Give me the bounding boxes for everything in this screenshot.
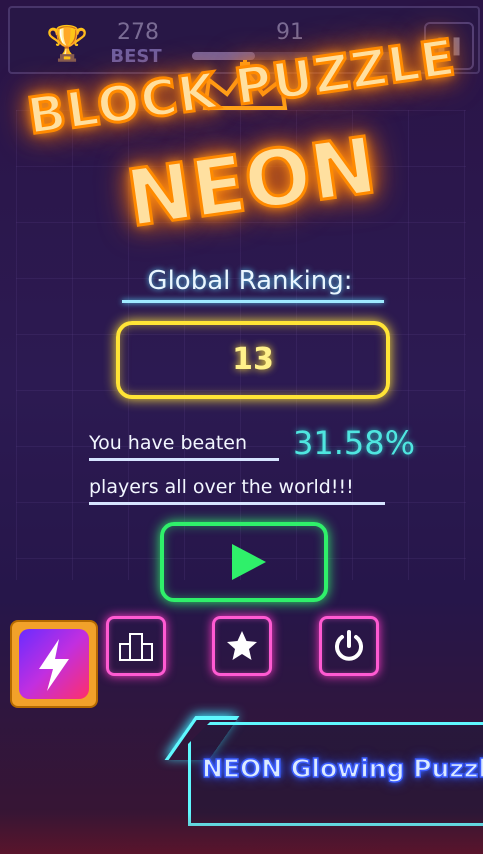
app-icon-gradient: [19, 629, 89, 699]
bottom-glow: [0, 812, 483, 854]
trophy-icon: 🏆: [46, 24, 89, 64]
beaten-underline: [89, 458, 279, 461]
players-underline: [89, 502, 385, 505]
rate-button[interactable]: [212, 616, 272, 676]
beaten-text: You have beaten: [89, 432, 248, 454]
star-icon: [227, 631, 257, 660]
promo-banner-text: NEON Glowing Puzzle: [201, 753, 483, 784]
ranking-underline: [122, 300, 384, 303]
best-score: 278: [117, 20, 159, 45]
podium-icon: [119, 633, 153, 661]
lightning-icon: [39, 639, 69, 691]
beaten-percent: 31.58%: [293, 424, 416, 462]
best-label: BEST: [110, 46, 162, 67]
current-score: 91: [276, 20, 304, 45]
lightning-app-icon[interactable]: [12, 622, 96, 706]
global-ranking-label: Global Ranking:: [147, 266, 353, 296]
quit-button[interactable]: [319, 616, 379, 676]
power-icon: [335, 630, 363, 661]
players-text: players all over the world!!!: [89, 476, 354, 498]
leaderboard-button[interactable]: [106, 616, 166, 676]
play-button[interactable]: [160, 522, 328, 602]
play-icon: [232, 544, 266, 580]
rank-value: 13: [232, 342, 274, 377]
